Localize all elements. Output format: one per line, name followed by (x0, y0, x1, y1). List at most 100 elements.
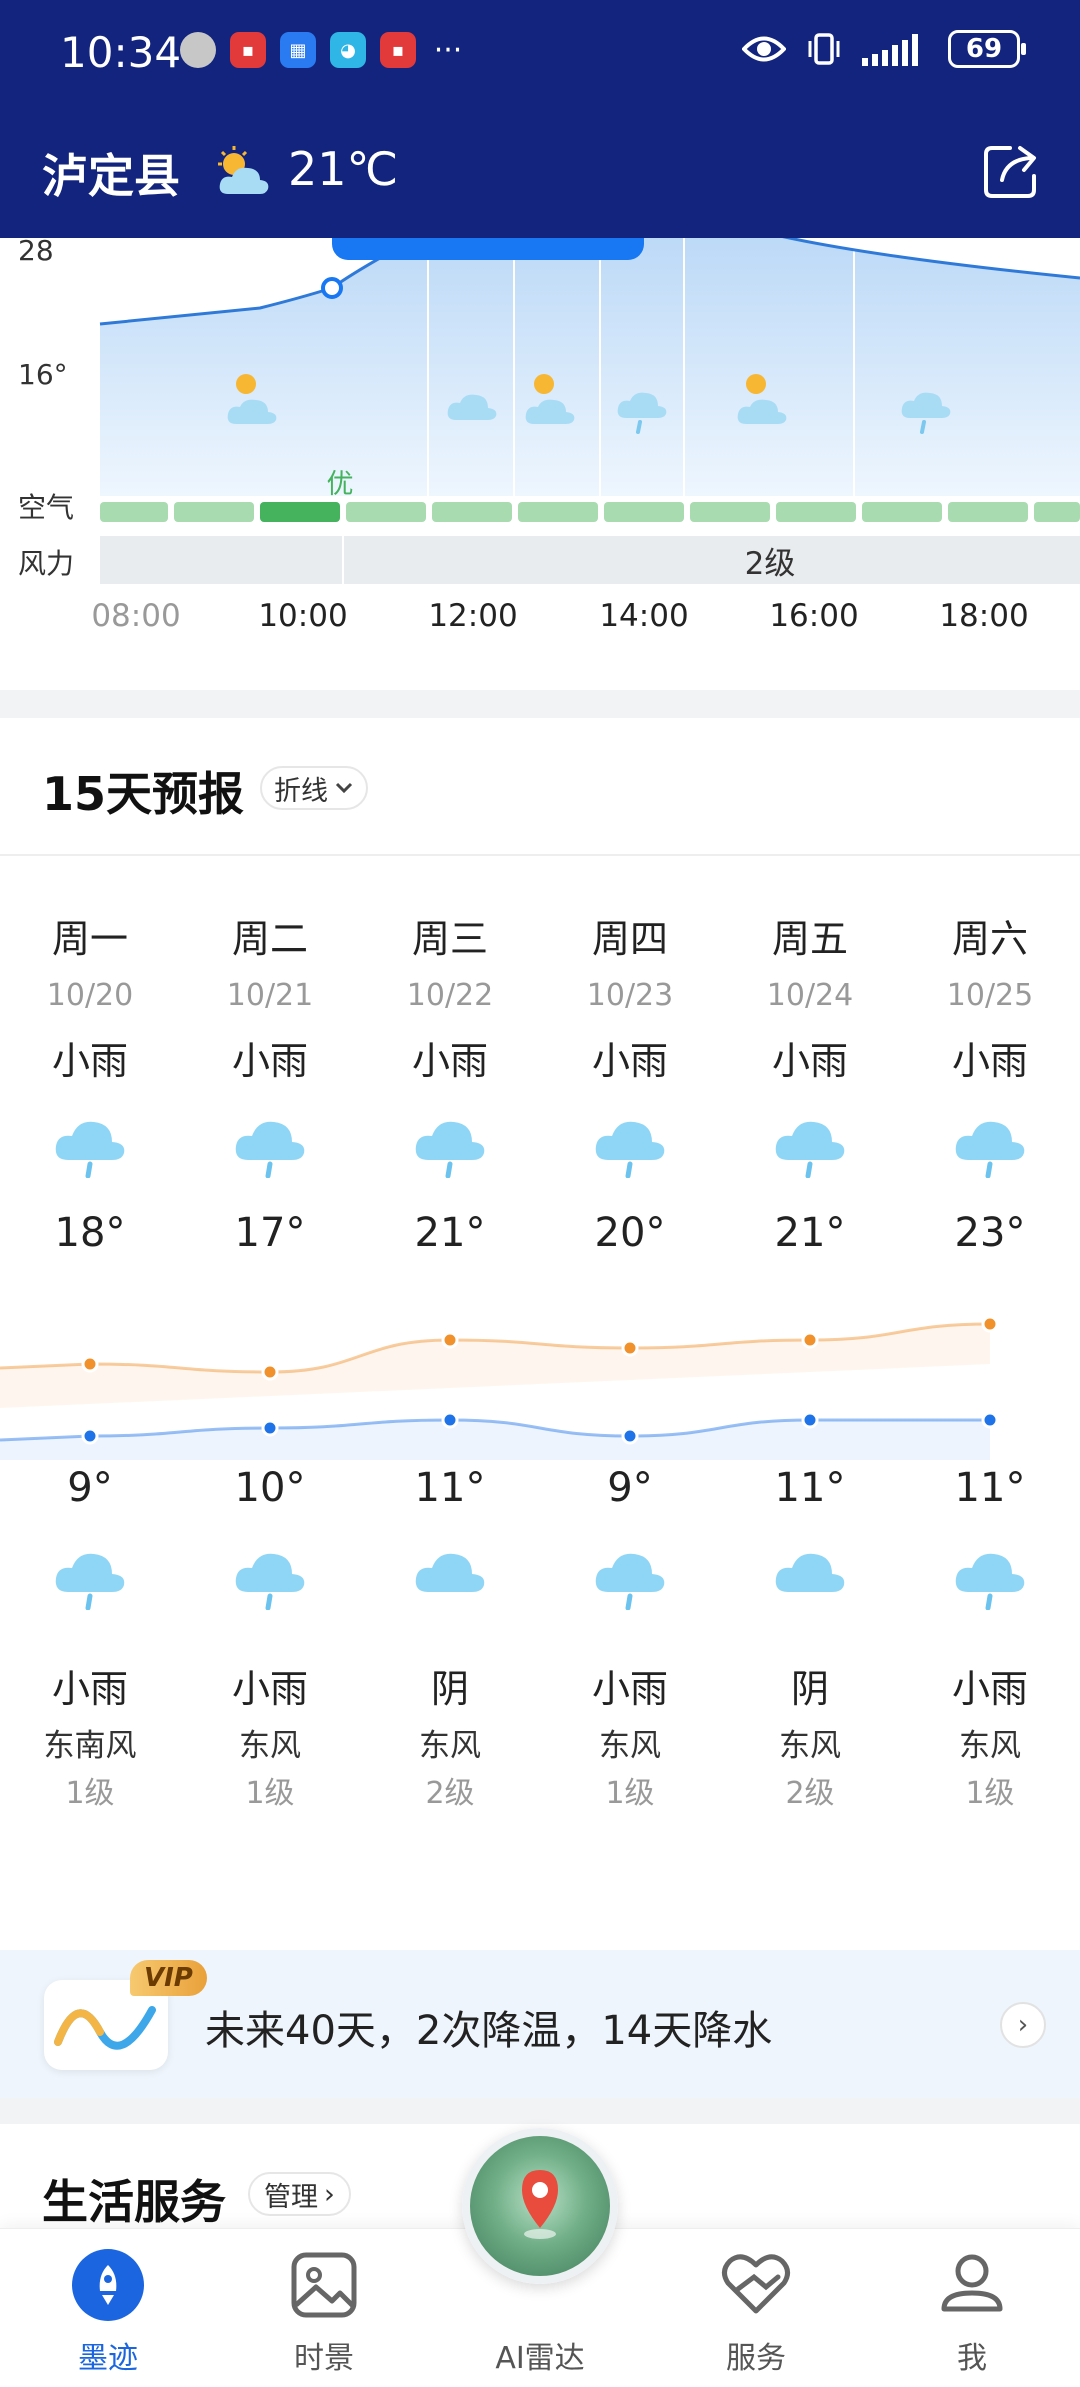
day-condition: 小雨 (51, 1039, 128, 1083)
wind-level: 2级 (785, 1776, 835, 1811)
chart-mode-dropdown[interactable]: 折线 (260, 766, 368, 810)
status-time: 10:34 (60, 28, 182, 77)
weekday-label: 周三 (411, 917, 488, 961)
system-icons: 69 (742, 30, 1026, 68)
weekday-label: 周二 (231, 917, 308, 961)
low-temperature: 11° (774, 1465, 846, 1511)
cat-app-notification-icon: ◕ (330, 32, 366, 68)
current-hour-point (321, 277, 343, 299)
wind-level: 1级 (245, 1776, 295, 1811)
nav-item-services[interactable]: 服务 (648, 2229, 864, 2387)
high-temperature-point (81, 1355, 99, 1373)
hour-label: 14:00 (599, 598, 689, 634)
wind-row-label-prefix: 风 (18, 547, 47, 580)
date-label: 10/20 (46, 978, 134, 1013)
nav-label: 我 (957, 2341, 987, 2376)
light-rain-icon (950, 1540, 1030, 1614)
wind-level-label: 2级 (744, 546, 796, 582)
nav-label: 墨迹 (78, 2341, 138, 2376)
day-condition: 小雨 (771, 1039, 848, 1083)
section-divider (0, 690, 1080, 718)
life-services-title: 生活服务 (42, 2175, 226, 2229)
light-rain-icon (230, 1540, 310, 1614)
high-temperature-point (441, 1331, 459, 1349)
hour-label: 08:00 (91, 598, 181, 634)
vip-badge: VIP (130, 1960, 207, 1996)
forecast-header: 15天预报 折线 (0, 718, 1080, 856)
vip-summary-text: 未来40天，2次降温，14天降水 (205, 2008, 773, 2054)
overcast-icon (410, 1540, 490, 1614)
weekday-label: 周五 (771, 917, 848, 961)
high-temperature-point (261, 1363, 279, 1381)
more-notifications-icon: ··· (433, 32, 463, 68)
low-temperature-point (981, 1411, 999, 1429)
y-axis-label-high: 28 (18, 234, 54, 267)
night-condition: 小雨 (591, 1667, 668, 1711)
wind-direction: 东风 (779, 1728, 841, 1764)
weekday-label: 周四 (591, 917, 668, 961)
partly-cloudy-icon (218, 146, 269, 194)
photo-icon (291, 2252, 357, 2318)
night-condition: 小雨 (231, 1667, 308, 1711)
wind-direction: 东风 (239, 1728, 301, 1764)
hour-label: 12:00 (428, 598, 518, 634)
calendar-notification-icon: ▦ (280, 32, 316, 68)
low-temperature: 10° (234, 1465, 306, 1511)
wind-row-label-suffix: 力 (46, 547, 75, 580)
hour-label: 10:00 (258, 598, 348, 634)
wind-direction: 东风 (419, 1728, 481, 1764)
low-temperature-area (0, 1420, 990, 1460)
nav-item-me[interactable]: 我 (864, 2229, 1080, 2387)
rocket-icon (72, 2249, 144, 2321)
air-quality-bar (100, 502, 1080, 522)
light-rain-icon (950, 1108, 1030, 1182)
nav-item-moji[interactable]: 墨迹 (0, 2229, 216, 2387)
wind-direction: 东南风 (43, 1728, 137, 1764)
location-pin-icon (522, 2170, 558, 2239)
light-rain-icon (50, 1540, 130, 1614)
ai-radar-button[interactable] (462, 2128, 618, 2284)
city-name[interactable]: 泸定县 (42, 140, 180, 206)
chevron-right-icon[interactable]: › (1000, 2002, 1046, 2048)
vip-forecast-banner[interactable]: VIP 未来40天，2次降温，14天降水 › (0, 1950, 1080, 2098)
eye-icon (742, 36, 786, 62)
signal-icon (862, 34, 918, 66)
light-rain-icon (50, 1108, 130, 1182)
date-label: 10/22 (406, 978, 494, 1013)
air-row-label: 空气 (18, 491, 75, 524)
wind-level: 1级 (65, 1776, 115, 1811)
temperature-trend-chart (0, 1315, 999, 1460)
hour-tooltip (332, 238, 644, 260)
notification-icons: ▪ ▦ ◕ ▪ ··· (180, 32, 466, 68)
light-rain-icon (590, 1108, 670, 1182)
high-temperature-point (801, 1331, 819, 1349)
nav-label: 服务 (726, 2341, 786, 2376)
light-rain-icon (590, 1540, 670, 1614)
low-temperature-point (261, 1419, 279, 1437)
manage-button[interactable]: 管理 › (248, 2172, 351, 2216)
manage-label: 管理 (264, 2181, 318, 2213)
high-temperature-point (981, 1315, 999, 1333)
night-condition: 小雨 (951, 1667, 1028, 1711)
hourly-forecast[interactable]: 28 16° 空气 风力 优 2级 08:00 10:00 12:00 14:0… (0, 234, 1080, 688)
chevron-down-icon (335, 782, 353, 794)
wind-direction: 东风 (959, 1728, 1021, 1764)
high-temperature: 20° (594, 1210, 666, 1256)
high-temperature: 21° (774, 1210, 846, 1256)
nav-label: 时景 (294, 2341, 354, 2376)
high-temperature: 17° (234, 1210, 306, 1256)
share-icon[interactable] (980, 140, 1042, 202)
date-label: 10/21 (226, 978, 314, 1013)
current-temperature: 21℃ (288, 142, 399, 196)
wind-direction: 东风 (599, 1728, 661, 1764)
weekday-label: 周一 (51, 917, 128, 961)
high-temperature: 18° (54, 1210, 126, 1256)
wind-bar-segment (100, 536, 342, 584)
low-temperature-point (81, 1427, 99, 1445)
wind-row-label: 风力 (18, 542, 74, 582)
wind-level: 1级 (605, 1776, 655, 1811)
low-temperature-point (801, 1411, 819, 1429)
nav-item-scenes[interactable]: 时景 (216, 2229, 432, 2387)
vibrate-icon (808, 33, 840, 65)
high-temperature-point (621, 1339, 639, 1357)
